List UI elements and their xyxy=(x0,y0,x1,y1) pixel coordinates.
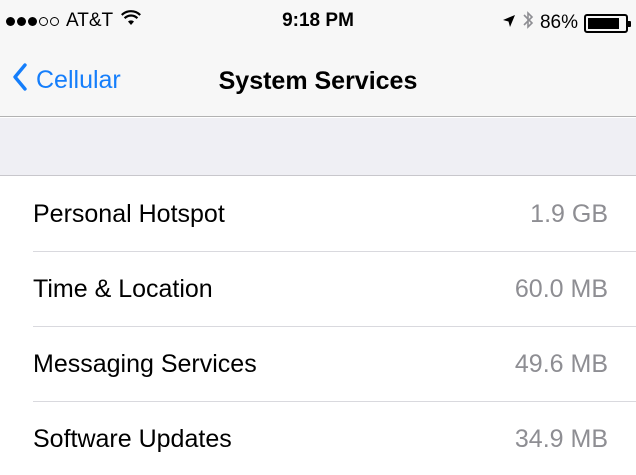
list-item-label: Software Updates xyxy=(33,425,232,453)
screen: AT&T 9:18 PM 86% Cellular System Service… xyxy=(0,0,636,475)
page-title: System Services xyxy=(218,67,418,95)
list-item-value: 49.6 MB xyxy=(514,350,608,378)
list-item-personal-hotspot: Personal Hotspot 1.9 GB xyxy=(0,177,636,252)
location-arrow-icon xyxy=(502,12,516,34)
battery-percent: 86% xyxy=(539,12,578,33)
list-item-label: Time & Location xyxy=(33,275,213,303)
list-item-software-updates: Software Updates 34.9 MB xyxy=(0,402,636,475)
navigation-bar: Cellular System Services xyxy=(0,40,636,117)
section-header-spacer xyxy=(0,118,636,176)
bluetooth-icon xyxy=(522,10,534,36)
battery-level xyxy=(588,17,619,29)
battery-icon xyxy=(584,13,631,33)
status-bar: AT&T 9:18 PM 86% xyxy=(0,0,636,40)
list-item-value: 60.0 MB xyxy=(514,275,608,303)
status-right: 86% xyxy=(502,10,631,36)
list-item-messaging-services: Messaging Services 49.6 MB xyxy=(0,327,636,402)
list-item-value: 1.9 GB xyxy=(530,200,608,228)
service-list: Personal Hotspot 1.9 GB Time & Location … xyxy=(0,177,636,475)
list-item-label: Personal Hotspot xyxy=(33,200,225,228)
list-item-label: Messaging Services xyxy=(33,350,257,378)
list-item-value: 34.9 MB xyxy=(514,425,608,453)
list-item-time-location: Time & Location 60.0 MB xyxy=(0,252,636,327)
